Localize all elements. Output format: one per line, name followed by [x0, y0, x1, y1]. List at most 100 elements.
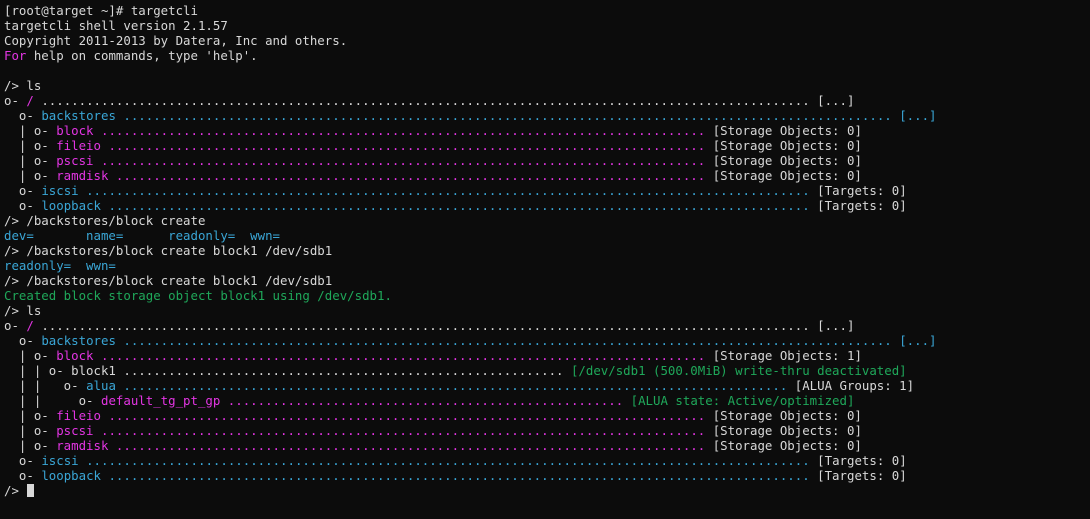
terminal-text: [Storage Objects: 0] — [712, 153, 862, 168]
terminal-line: /> ls — [4, 303, 1090, 318]
terminal-text: ........................................… — [101, 198, 818, 213]
terminal-line: o- iscsi ...............................… — [4, 183, 1090, 198]
terminal-text: block — [56, 123, 94, 138]
terminal-text: block — [56, 348, 94, 363]
terminal-text: [Storage Objects: 1] — [712, 348, 862, 363]
terminal-text: iscsi — [41, 453, 79, 468]
terminal-text: [Storage Objects: 0] — [712, 168, 862, 183]
terminal-text: | o- — [4, 168, 57, 183]
terminal-text: | o- — [4, 408, 57, 423]
terminal-text: / — [26, 318, 34, 333]
terminal-text: /> ls — [4, 303, 42, 318]
terminal-text: ........................................… — [93, 153, 713, 168]
terminal-line: | o- pscsi .............................… — [4, 423, 1090, 438]
terminal-line: | o- fileio ............................… — [4, 408, 1090, 423]
terminal-text: fileio — [56, 138, 101, 153]
terminal-text: alua — [86, 378, 116, 393]
terminal-line: o- iscsi ...............................… — [4, 453, 1090, 468]
terminal-text: | o- — [4, 153, 57, 168]
terminal-text: ........................................… — [93, 423, 713, 438]
terminal-text: ........................................… — [93, 348, 713, 363]
terminal-line: Copyright 2011-2013 by Datera, Inc and o… — [4, 33, 1090, 48]
terminal-text: ........................................… — [108, 438, 713, 453]
terminal-text: ramdisk — [56, 438, 109, 453]
terminal-text: [Storage Objects: 0] — [712, 123, 862, 138]
terminal-text: [/dev/sdb1 (500.0MiB) write-thru deactiv… — [570, 363, 907, 378]
terminal-text: / — [26, 93, 34, 108]
terminal-text: dev= name= readonly= wwn= — [4, 228, 281, 243]
terminal-text: targetcli shell version 2.1.57 — [4, 18, 228, 33]
terminal-text: ........................................… — [115, 333, 937, 348]
terminal-text: | | o- block1 ..........................… — [4, 363, 571, 378]
terminal-text: ........................................… — [100, 408, 713, 423]
terminal-line: For help on commands, type 'help'. — [4, 48, 1090, 63]
terminal-line: o- backstores ..........................… — [4, 333, 1090, 348]
terminal-text: ........................................… — [78, 453, 818, 468]
terminal-text: [Targets: 0] — [817, 468, 907, 483]
terminal-line: | o- block .............................… — [4, 123, 1090, 138]
terminal-text: [Targets: 0] — [817, 453, 907, 468]
terminal-text: | | o- — [4, 378, 87, 393]
terminal-line: o- loopback ............................… — [4, 198, 1090, 213]
terminal-text: Created block storage object block1 usin… — [4, 288, 392, 303]
terminal-text: | o- — [4, 123, 57, 138]
terminal-line: Created block storage object block1 usin… — [4, 288, 1090, 303]
terminal-text: Copyright 2011-2013 by Datera, Inc and o… — [4, 33, 348, 48]
terminal-text: fileio — [56, 408, 101, 423]
terminal-text: | o- — [4, 138, 57, 153]
terminal-text: o- — [4, 333, 42, 348]
terminal-line: | o- pscsi .............................… — [4, 153, 1090, 168]
terminal-text: /> /backstores/block create — [4, 213, 206, 228]
terminal-text: [Targets: 0] — [817, 183, 907, 198]
terminal-line: o- / ...................................… — [4, 93, 1090, 108]
terminal-line: /> /backstores/block create — [4, 213, 1090, 228]
terminal-text: /> /backstores/block create block1 /dev/… — [4, 273, 333, 288]
terminal-text: | o- — [4, 423, 57, 438]
terminal-text: backstores — [41, 108, 116, 123]
terminal-line: [root@target ~]# targetcli — [4, 3, 1090, 18]
terminal-text: [Storage Objects: 0] — [712, 438, 862, 453]
terminal-text: ........................................… — [101, 468, 818, 483]
terminal-text: o- — [4, 183, 42, 198]
terminal-line: /> ls — [4, 78, 1090, 93]
terminal-text: pscsi — [56, 153, 94, 168]
terminal-text: o- — [4, 198, 42, 213]
terminal-text: [Storage Objects: 0] — [712, 138, 862, 153]
terminal-text: [ALUA Groups: 1] — [794, 378, 915, 393]
terminal-text: readonly= wwn= — [4, 258, 116, 273]
terminal-line: o- backstores ..........................… — [4, 108, 1090, 123]
terminal-text: loopback — [41, 198, 101, 213]
terminal-line: | o- ramdisk ...........................… — [4, 168, 1090, 183]
terminal-line: /> /backstores/block create block1 /dev/… — [4, 243, 1090, 258]
terminal-line: | o- ramdisk ...........................… — [4, 438, 1090, 453]
terminal-line: dev= name= readonly= wwn= — [4, 228, 1090, 243]
terminal-text: ........................................… — [220, 393, 631, 408]
terminal-line: | o- block .............................… — [4, 348, 1090, 363]
terminal-line: readonly= wwn= — [4, 258, 1090, 273]
terminal-text: [Storage Objects: 0] — [712, 423, 862, 438]
terminal-line: | o- fileio ............................… — [4, 138, 1090, 153]
terminal-text: [Targets: 0] — [817, 198, 907, 213]
terminal-window[interactable]: [root@target ~]# targetcli targetcli shel… — [0, 0, 1090, 519]
terminal-text: | o- — [4, 438, 57, 453]
terminal-text: o- — [4, 453, 42, 468]
terminal-text: iscsi — [41, 183, 79, 198]
terminal-line: | | o- default_tg_pt_gp ................… — [4, 393, 1090, 408]
terminal-text: For — [4, 48, 27, 63]
terminal-line: targetcli shell version 2.1.57 — [4, 18, 1090, 33]
terminal-text: pscsi — [56, 423, 94, 438]
terminal-text: ........................................… — [78, 183, 818, 198]
terminal-text: [root@target ~]# targetcli — [4, 3, 198, 18]
terminal-text: ........................................… — [115, 108, 937, 123]
terminal-text: [ALUA state: Active/optimized] — [630, 393, 855, 408]
terminal-text: ramdisk — [56, 168, 109, 183]
terminal-text: | o- — [4, 348, 57, 363]
terminal-text: o- — [4, 108, 42, 123]
terminal-text: ........................................… — [33, 93, 855, 108]
terminal-text: ........................................… — [33, 318, 855, 333]
terminal-text: o- — [4, 468, 42, 483]
terminal-text: o- — [4, 93, 27, 108]
terminal-text: /> ls — [4, 78, 42, 93]
terminal-text: backstores — [41, 333, 116, 348]
